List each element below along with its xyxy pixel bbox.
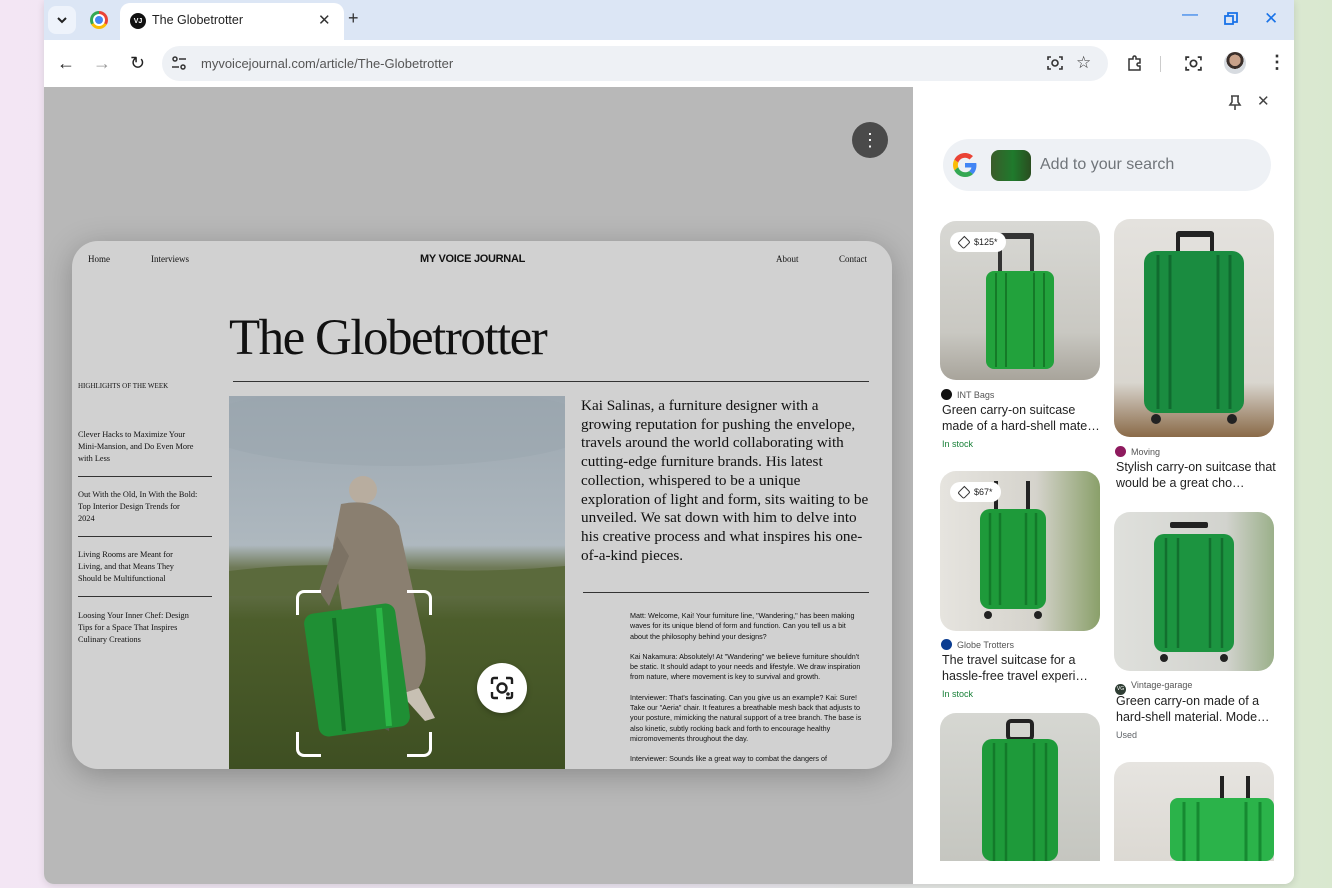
result-title[interactable]: The travel suitcase for a hassle-free tr…: [942, 653, 1102, 684]
bookmark-star-icon[interactable]: ☆: [1076, 53, 1091, 73]
highlights-title: HIGHLIGHTS OF THE WEEK: [78, 382, 169, 390]
source-logo-icon: [941, 389, 952, 400]
chrome-icon: [90, 11, 108, 29]
chevron-down-icon: [57, 17, 67, 24]
nav-contact[interactable]: Contact: [839, 254, 867, 264]
close-tab-icon[interactable]: ✕: [318, 11, 331, 29]
tab-the-globetrotter[interactable]: VJ The Globetrotter ✕: [120, 3, 344, 40]
search-placeholder[interactable]: Add to your search: [1040, 156, 1174, 174]
site-logo[interactable]: MY VOICE JOURNAL: [420, 253, 525, 265]
selected-image-thumbnail[interactable]: [991, 150, 1031, 181]
source-name: Globe Trotters: [957, 640, 1015, 650]
lens-search-button[interactable]: [477, 663, 527, 713]
divider: [78, 536, 212, 537]
result-title[interactable]: Stylish carry-on suitcase that would be …: [1116, 460, 1276, 491]
lens-toolbar-icon[interactable]: [1185, 55, 1202, 72]
suitcase-image: [982, 719, 1058, 861]
divider: [233, 381, 869, 382]
source-name: Moving: [1131, 447, 1161, 457]
interview-paragraph: Matt: Welcome, Kai! Your furniture line,…: [630, 611, 855, 641]
close-panel-icon[interactable]: ✕: [1257, 92, 1270, 110]
tab-title: The Globetrotter: [152, 13, 244, 27]
minimize-icon[interactable]: —: [1182, 6, 1198, 24]
price-tag: $67*: [950, 482, 1001, 502]
more-menu-icon[interactable]: ⋮: [1268, 52, 1286, 73]
back-arrow-icon[interactable]: ←: [57, 53, 75, 74]
tab-strip: VJ The Globetrotter ✕ + — ✕: [44, 0, 1294, 40]
article-headline: The Globetrotter: [229, 310, 548, 366]
restore-icon[interactable]: [1224, 12, 1238, 26]
result-image[interactable]: [1114, 512, 1274, 671]
traveler-illustration: [229, 396, 565, 737]
stock-status: In stock: [942, 439, 974, 449]
tab-search-button[interactable]: [48, 6, 76, 34]
price-tag: $125*: [950, 232, 1006, 252]
article-lead: Kai Salinas, a furniture designer with a…: [581, 397, 869, 564]
result-image[interactable]: $125*: [940, 221, 1100, 380]
divider: [78, 596, 212, 597]
source-name: Vintage-garage: [1131, 680, 1193, 690]
suitcase-image: [1154, 522, 1234, 662]
browser-window: VJ The Globetrotter ✕ + — ✕ ← → ↻ myvoic…: [44, 0, 1294, 884]
result-title[interactable]: Green carry-on made of a hard-shell mate…: [1116, 694, 1276, 725]
site-favicon-icon: VJ: [130, 13, 146, 29]
stock-status: In stock: [942, 689, 974, 699]
result-source[interactable]: Globe Trotters: [941, 639, 1014, 650]
highlight-link[interactable]: Out With the Old, In With the Bold: Top …: [78, 489, 198, 525]
google-lens-icon[interactable]: [1047, 55, 1063, 71]
source-logo-icon: [941, 639, 952, 650]
lens-crop-corner[interactable]: [407, 732, 432, 757]
extensions-icon[interactable]: [1126, 55, 1143, 72]
lens-overflow-menu-icon[interactable]: ⋮: [852, 122, 888, 158]
lens-search-box[interactable]: Add to your search: [943, 139, 1271, 191]
reload-icon[interactable]: ↻: [130, 53, 145, 74]
toolbar: ← → ↻ myvoicejournal.com/article/The-Glo…: [44, 40, 1294, 87]
result-title[interactable]: Green carry-on suitcase made of a hard-s…: [942, 403, 1102, 434]
highlight-link[interactable]: Living Rooms are Meant for Living, and t…: [78, 549, 198, 585]
lens-crop-corner[interactable]: [296, 732, 321, 757]
result-source[interactable]: INT Bags: [941, 389, 994, 400]
article-page: Home Interviews MY VOICE JOURNAL About C…: [72, 241, 892, 769]
suitcase-image: [1170, 776, 1274, 861]
interview-text: Matt: Welcome, Kai! Your furniture line,…: [630, 611, 862, 769]
source-name: INT Bags: [957, 390, 995, 400]
forward-arrow-icon[interactable]: →: [93, 53, 111, 74]
toolbar-divider: [1160, 56, 1161, 72]
result-source[interactable]: VG Vintage-garage: [1115, 680, 1192, 695]
interview-paragraph: Interviewer: Sounds like a great way to …: [630, 754, 827, 764]
interview-paragraph: Interviewer: That's fascinating. Can you…: [630, 692, 862, 743]
google-g-icon: [953, 153, 977, 177]
highlight-link[interactable]: Clever Hacks to Maximize Your Mini-Mansi…: [78, 429, 198, 465]
nav-interviews[interactable]: Interviews: [151, 254, 189, 264]
lens-camera-icon: [490, 676, 514, 700]
address-bar[interactable]: myvoicejournal.com/article/The-Globetrot…: [162, 46, 1108, 81]
site-settings-icon[interactable]: [171, 55, 187, 71]
interview-paragraph: Kai Nakamura: Absolutely! At "Wandering"…: [630, 651, 861, 682]
close-window-icon[interactable]: ✕: [1264, 9, 1278, 29]
suitcase-image: [1144, 231, 1244, 424]
lens-crop-corner[interactable]: [407, 590, 432, 615]
source-logo-icon: [1115, 446, 1126, 457]
nav-about[interactable]: About: [776, 254, 799, 264]
new-tab-icon[interactable]: +: [348, 8, 359, 29]
result-image[interactable]: $67*: [940, 471, 1100, 631]
page-viewport: ⋮ Home Interviews MY VOICE JOURNAL About…: [44, 87, 913, 884]
divider: [78, 476, 212, 477]
lens-crop-corner[interactable]: [296, 590, 321, 615]
url-text[interactable]: myvoicejournal.com/article/The-Globetrot…: [201, 56, 453, 71]
divider: [583, 592, 869, 593]
highlight-link[interactable]: Loosing Your Inner Chef: Design Tips for…: [78, 610, 198, 646]
result-image[interactable]: [1114, 762, 1274, 861]
condition-status: Used: [1116, 730, 1138, 740]
lens-side-panel: ✕ Add to your search $125* INT Bags Gree…: [913, 87, 1294, 884]
hero-photo[interactable]: [229, 396, 565, 769]
pin-icon[interactable]: [1228, 95, 1242, 111]
result-image[interactable]: [1114, 219, 1274, 437]
nav-home[interactable]: Home: [88, 254, 110, 264]
profile-avatar[interactable]: [1224, 52, 1246, 74]
result-image[interactable]: [940, 713, 1100, 861]
result-source[interactable]: Moving: [1115, 446, 1160, 457]
